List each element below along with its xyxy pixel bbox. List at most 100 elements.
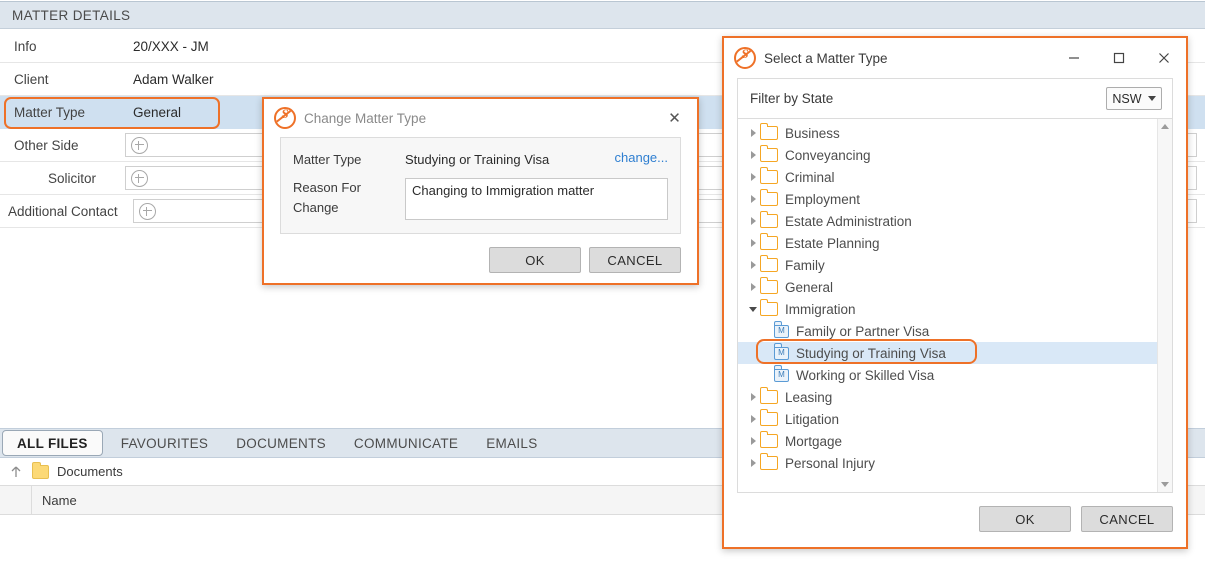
tree-node-label: Business xyxy=(785,125,840,141)
select-all-column[interactable] xyxy=(0,486,32,514)
folder-icon xyxy=(759,232,778,250)
matter-type-value: Studying or Training Visa xyxy=(405,152,550,167)
tab-emails[interactable]: EMAILS xyxy=(472,429,551,457)
tree-node-label: Leasing xyxy=(785,389,833,405)
close-icon[interactable]: ✕ xyxy=(652,99,697,137)
matter-type-icon xyxy=(773,343,789,360)
field-label: Other Side xyxy=(14,137,79,153)
filter-by-state-row: Filter by State NSW xyxy=(737,78,1173,118)
chevron-right-icon[interactable] xyxy=(746,188,760,210)
tree-node[interactable]: Studying or Training Visa xyxy=(738,342,1157,364)
minimize-icon[interactable] xyxy=(1051,38,1096,78)
folder-icon xyxy=(759,276,778,294)
field-label: Solicitor xyxy=(48,170,97,186)
field-label: Additional Contact xyxy=(8,203,118,219)
folder-icon xyxy=(759,188,778,206)
folder-icon xyxy=(759,430,778,448)
chevron-right-icon[interactable] xyxy=(746,210,760,232)
chevron-right-icon[interactable] xyxy=(746,408,760,430)
tree-node[interactable]: Working or Skilled Visa xyxy=(738,364,1157,386)
matter-type-icon xyxy=(773,321,789,338)
dialog-footer: OK CANCEL xyxy=(724,493,1186,532)
matter-type-row: Matter Type Studying or Training Visa ch… xyxy=(293,150,668,170)
tree-node-label: Family xyxy=(785,257,825,273)
dialog-titlebar: Select a Matter Type xyxy=(724,38,1186,78)
tree-node[interactable]: Personal Injury xyxy=(738,452,1157,474)
ok-button[interactable]: OK xyxy=(489,247,581,273)
chevron-right-icon[interactable] xyxy=(746,276,760,298)
tree-node[interactable]: Litigation xyxy=(738,408,1157,430)
tree-node[interactable]: Mortgage xyxy=(738,430,1157,452)
app-logo-icon xyxy=(734,47,756,69)
dialog-body: Filter by State NSW Business Conveyancing… xyxy=(724,78,1186,493)
breadcrumb-label: Documents xyxy=(57,464,123,479)
dialog-title: Select a Matter Type xyxy=(764,50,888,66)
chevron-right-icon[interactable] xyxy=(746,122,760,144)
state-dropdown[interactable]: NSW xyxy=(1106,87,1162,110)
chevron-right-icon[interactable] xyxy=(746,386,760,408)
matter-type-tree-container: Business Conveyancing Criminal Employment Es… xyxy=(737,118,1173,493)
tree-node-label: Employment xyxy=(785,191,861,207)
tree-node[interactable]: Leasing xyxy=(738,386,1157,408)
column-header-name[interactable]: Name xyxy=(32,493,77,508)
plus-icon[interactable] xyxy=(131,136,148,154)
field-label: Client xyxy=(14,71,49,87)
tree-node[interactable]: Employment xyxy=(738,188,1157,210)
plus-icon[interactable] xyxy=(131,169,148,187)
tree-node[interactable]: Business xyxy=(738,122,1157,144)
tree-node[interactable]: Criminal xyxy=(738,166,1157,188)
reason-label: Reason For Change xyxy=(293,180,361,215)
tree-node[interactable]: Immigration xyxy=(738,298,1157,320)
chevron-right-icon[interactable] xyxy=(746,166,760,188)
tree-node[interactable]: Estate Administration xyxy=(738,210,1157,232)
state-value: NSW xyxy=(1112,91,1142,106)
tree-node[interactable]: General xyxy=(738,276,1157,298)
chevron-right-icon[interactable] xyxy=(746,452,760,474)
chevron-right-icon[interactable] xyxy=(746,254,760,276)
close-icon[interactable] xyxy=(1141,38,1186,78)
cancel-button[interactable]: CANCEL xyxy=(589,247,681,273)
select-matter-type-dialog: Select a Matter Type Filter by State NSW… xyxy=(722,36,1188,549)
scroll-up-icon[interactable] xyxy=(1158,119,1172,134)
maximize-icon[interactable] xyxy=(1096,38,1141,78)
tab-communicate[interactable]: COMMUNICATE xyxy=(340,429,472,457)
chevron-right-icon[interactable] xyxy=(746,430,760,452)
reason-row: Reason For Change Changing to Immigratio… xyxy=(293,178,668,220)
tree-node[interactable]: Conveyancing xyxy=(738,144,1157,166)
dialog-body: Matter Type Studying or Training Visa ch… xyxy=(264,137,697,234)
tree-node-label: Criminal xyxy=(785,169,835,185)
tab-favourites[interactable]: FAVOURITES xyxy=(107,429,223,457)
chevron-down-icon[interactable] xyxy=(746,298,760,320)
folder-icon xyxy=(759,166,778,184)
folder-icon xyxy=(759,122,778,140)
tree-node[interactable]: Estate Planning xyxy=(738,232,1157,254)
scroll-down-icon[interactable] xyxy=(1158,477,1172,492)
tree-node-label: General xyxy=(785,279,834,295)
folder-icon xyxy=(759,210,778,228)
tree-node-label: Mortgage xyxy=(785,433,843,449)
cancel-button[interactable]: CANCEL xyxy=(1081,506,1173,532)
tree-node-label: Litigation xyxy=(785,411,840,427)
tree-scrollbar[interactable] xyxy=(1157,119,1172,492)
reason-input[interactable]: Changing to Immigration matter xyxy=(405,178,668,220)
dialog-footer: OK CANCEL xyxy=(264,234,697,273)
chevron-right-icon[interactable] xyxy=(746,144,760,166)
folder-icon xyxy=(759,144,778,162)
tab-all-files[interactable]: ALL FILES xyxy=(2,430,103,456)
ok-button[interactable]: OK xyxy=(979,506,1071,532)
change-link[interactable]: change... xyxy=(615,150,669,165)
tree-node-label: Personal Injury xyxy=(785,455,876,471)
folder-icon xyxy=(759,254,778,272)
matter-type-group: Matter Type Studying or Training Visa ch… xyxy=(280,137,681,234)
tree-node[interactable]: Family or Partner Visa xyxy=(738,320,1157,342)
tree-node[interactable]: Family xyxy=(738,254,1157,276)
tab-documents[interactable]: DOCUMENTS xyxy=(222,429,340,457)
tree-node-label: Estate Administration xyxy=(785,213,912,229)
up-arrow-icon[interactable] xyxy=(8,464,24,480)
plus-icon[interactable] xyxy=(139,202,156,220)
app-logo-icon xyxy=(274,107,296,129)
chevron-right-icon[interactable] xyxy=(746,232,760,254)
folder-icon xyxy=(32,461,49,479)
matter-type-icon xyxy=(773,365,789,382)
panel-title: MATTER DETAILS xyxy=(0,1,1205,29)
